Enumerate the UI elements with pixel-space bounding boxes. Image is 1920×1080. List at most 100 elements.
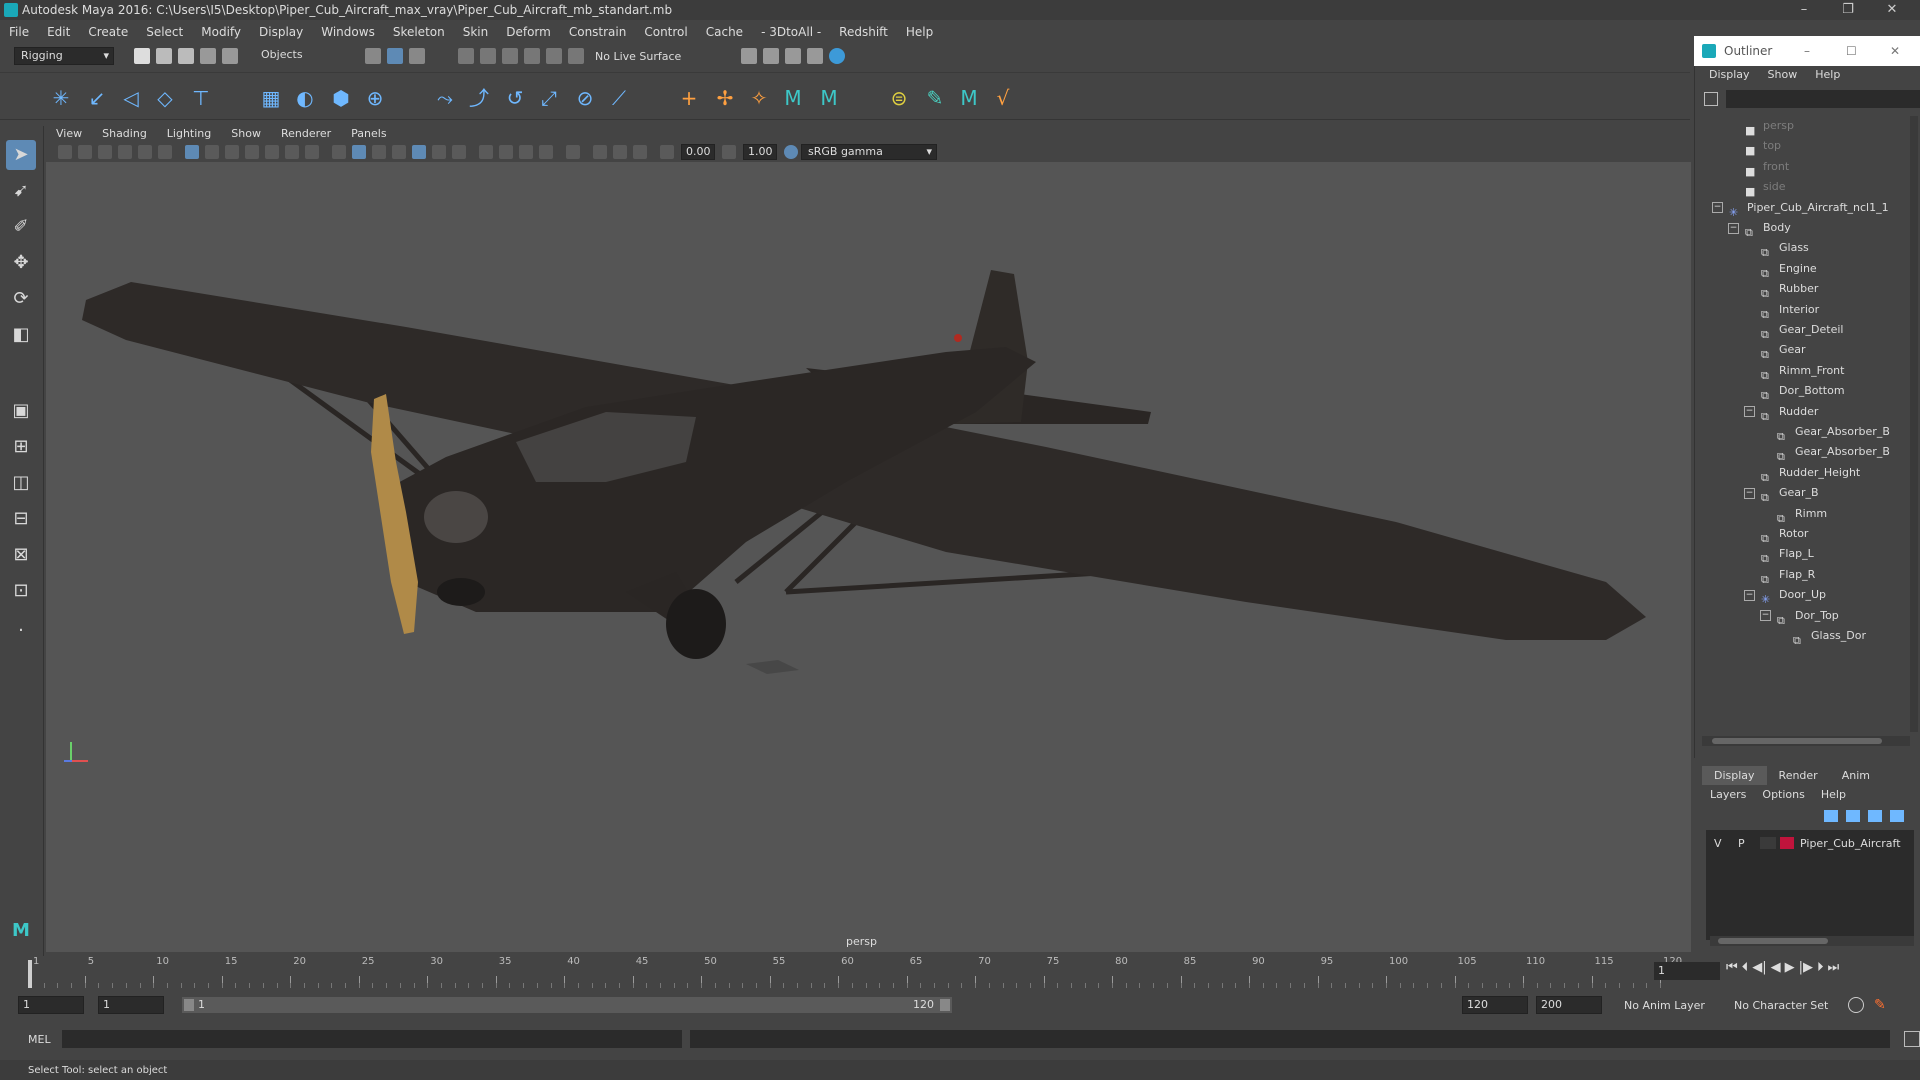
ik-handle-icon[interactable]: ↙ (84, 85, 110, 111)
menu-3dtoall[interactable]: - 3DtoAll - (752, 25, 830, 39)
depth-of-field-icon[interactable] (539, 145, 553, 159)
film-gate-icon[interactable] (205, 145, 219, 159)
range-start-handle[interactable] (184, 999, 194, 1011)
layer-visibility-toggle[interactable]: V (1714, 837, 1730, 850)
joint-tool-icon[interactable]: ✳ (48, 85, 74, 111)
playback-end-field[interactable]: 120 (1462, 996, 1528, 1014)
sculpt-icon[interactable]: ✎ (922, 85, 948, 111)
menu-redshift[interactable]: Redshift (830, 25, 897, 39)
snap-grid-icon[interactable] (458, 48, 474, 64)
outliner-search-input[interactable] (1726, 90, 1920, 108)
menu-modify[interactable]: Modify (192, 25, 250, 39)
outliner-item[interactable]: ⧉ Rimm_Front (1744, 361, 1844, 382)
handle-icon[interactable]: ✢ (712, 85, 738, 111)
xray-active-icon[interactable] (613, 145, 627, 159)
field-chart-icon[interactable] (265, 145, 279, 159)
undo-icon[interactable] (200, 48, 216, 64)
gamma-field[interactable]: 1.00 (743, 144, 777, 160)
exposure-icon[interactable] (660, 145, 674, 159)
snap-curve-icon[interactable] (480, 48, 496, 64)
snap-view-icon[interactable] (524, 48, 540, 64)
persp-outliner-layout-icon[interactable]: ◫ (6, 468, 36, 498)
outliner-item[interactable]: − ⧉ Body (1728, 218, 1791, 239)
view-transform-dropdown[interactable]: sRGB gamma ▾ (801, 144, 937, 160)
outliner-item[interactable]: ⧉ Rotor (1744, 524, 1808, 545)
pole-vector-icon[interactable]: ⟋ (606, 85, 632, 111)
move-layer-up-icon[interactable] (1824, 810, 1838, 822)
auto-key-icon[interactable] (1848, 997, 1864, 1013)
layer-hscrollbar[interactable] (1710, 936, 1914, 946)
layer-tab-render[interactable]: Render (1767, 766, 1830, 785)
layer-row[interactable]: V P Piper_Cub_Aircraft (1706, 834, 1914, 852)
custom-layout-icon[interactable]: · (6, 616, 36, 646)
render-frame-icon[interactable] (763, 48, 780, 64)
outliner-item[interactable]: ⧉ Engine (1744, 259, 1817, 280)
image-plane-icon[interactable] (118, 145, 132, 159)
minimize-button[interactable]: – (1784, 0, 1824, 20)
outliner-menu-display[interactable]: Display (1700, 68, 1759, 86)
panel-menu-lighting[interactable]: Lighting (157, 127, 221, 140)
render-view-icon[interactable] (741, 48, 758, 64)
bounding-box-icon[interactable] (372, 145, 386, 159)
collapse-toggle-icon[interactable]: − (1760, 610, 1771, 622)
layer-tab-anim[interactable]: Anim (1830, 766, 1882, 785)
select-tool-icon[interactable]: ➤ (6, 140, 36, 170)
outliner-item[interactable]: ⧉ Rubber (1744, 279, 1818, 300)
anti-aliasing-icon[interactable] (519, 145, 533, 159)
scale-constraint-icon[interactable]: ⤢ (536, 85, 562, 111)
smooth-bind-icon[interactable]: ◐ (292, 85, 318, 111)
script-editor-icon[interactable] (1904, 1031, 1920, 1047)
step-back-frame-icon[interactable]: ◀| (1752, 960, 1766, 975)
checkmark-icon[interactable]: √ (990, 85, 1016, 111)
color-management-icon[interactable] (784, 145, 798, 159)
anim-layer-dropdown[interactable]: No Anim Layer (1624, 999, 1734, 1012)
layer-menu-help[interactable]: Help (1813, 788, 1854, 801)
outliner-item[interactable]: ⧉ Rudder_Height (1744, 463, 1860, 484)
menu-help[interactable]: Help (897, 25, 942, 39)
close-button[interactable]: ✕ (1872, 0, 1912, 20)
menu-select[interactable]: Select (137, 25, 192, 39)
panel-menu-shading[interactable]: Shading (92, 127, 157, 140)
mirror-joint-icon[interactable]: ◇ (152, 85, 178, 111)
panel-menu-view[interactable]: View (46, 127, 92, 140)
select-component-icon[interactable] (409, 48, 425, 64)
ipr-render-icon[interactable] (785, 48, 802, 64)
outliner-item[interactable]: ⧉ Rimm (1760, 504, 1827, 525)
menu-windows[interactable]: Windows (312, 25, 384, 39)
paint-select-icon[interactable]: ✐ (6, 212, 36, 242)
layer-menu-options[interactable]: Options (1754, 788, 1812, 801)
menu-cache[interactable]: Cache (697, 25, 752, 39)
layer-color-swatch[interactable] (1780, 837, 1794, 849)
step-forward-key-icon[interactable]: ⏵ (1817, 960, 1824, 975)
layer-playback-toggle[interactable]: P (1738, 837, 1754, 850)
hypershade-layout-icon[interactable]: ⊠ (6, 540, 36, 570)
outliner-item[interactable]: − ⧉ Rudder (1744, 402, 1818, 423)
safe-title-icon[interactable] (305, 145, 319, 159)
step-forward-frame-icon[interactable]: |▶ (1799, 960, 1813, 975)
end-time-field[interactable]: 200 (1536, 996, 1602, 1014)
play-back-icon[interactable]: ◀ (1771, 960, 1781, 975)
panel-menu-renderer[interactable]: Renderer (271, 127, 341, 140)
time-slider[interactable]: 1 5 10 15 20 25 30 35 40 45 50 55 60 65 70 75 80 85 90 95 10… (0, 956, 1690, 988)
go-to-end-icon[interactable]: ⏭ (1827, 960, 1839, 975)
outliner-item[interactable]: − ✳ Door_Up (1744, 585, 1826, 606)
go-to-start-icon[interactable]: ⏮ (1726, 960, 1738, 975)
collapse-toggle-icon[interactable]: − (1712, 202, 1723, 214)
hypershade-icon[interactable] (829, 48, 846, 64)
motion-blur-icon[interactable] (499, 145, 513, 159)
outliner-item[interactable]: ⧉ Interior (1744, 300, 1819, 321)
exposure-field[interactable]: 0.00 (681, 144, 715, 160)
paint-weights-icon[interactable]: ⊜ (886, 85, 912, 111)
menu-create[interactable]: Create (79, 25, 137, 39)
outliner-vscrollbar[interactable] (1910, 116, 1918, 732)
current-time-marker[interactable] (28, 960, 32, 988)
collapse-toggle-icon[interactable]: − (1728, 222, 1739, 234)
redo-icon[interactable] (222, 48, 238, 64)
new-layer-icon[interactable] (1868, 810, 1882, 822)
bookmark-icon[interactable] (98, 145, 112, 159)
select-object-icon[interactable] (387, 48, 403, 64)
camera-select-icon[interactable] (58, 145, 72, 159)
outliner-item[interactable]: ⧉ Gear_Absorber_B (1760, 422, 1890, 443)
open-scene-icon[interactable] (156, 48, 172, 64)
resolution-gate-icon[interactable] (225, 145, 239, 159)
